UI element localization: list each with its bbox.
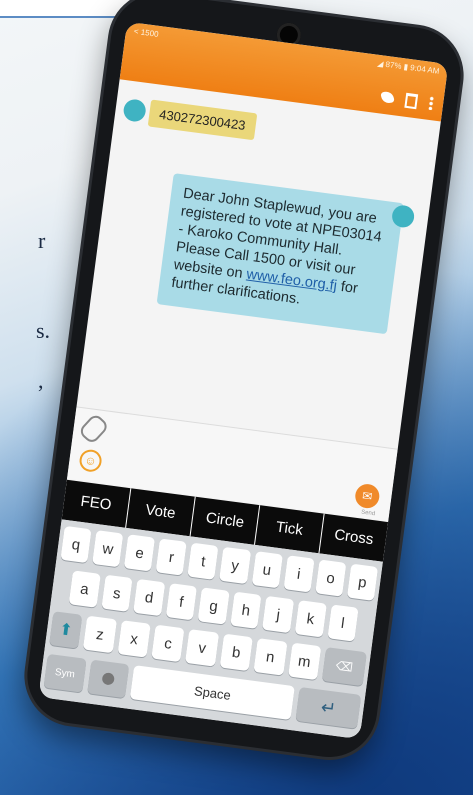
header-actions [380, 88, 435, 113]
key-x[interactable]: x [117, 620, 151, 658]
incoming-message[interactable]: 430272300423 [147, 99, 258, 141]
key-e[interactable]: e [124, 534, 156, 572]
key-c[interactable]: c [151, 624, 185, 663]
message-thread: 430272300423 Dear John Staplewud, you ar… [77, 79, 441, 448]
key-u[interactable]: u [251, 551, 283, 589]
background-text-fragment: s. [36, 318, 51, 343]
phone-screen: < 1500 ◢ 87% ▮ 9:04 AM 430272300423 Dear… [38, 21, 449, 740]
sender-avatar [122, 98, 148, 123]
key-d[interactable]: d [133, 578, 165, 617]
key-n[interactable]: n [253, 638, 288, 676]
key-w[interactable]: w [92, 530, 124, 568]
delete-icon[interactable] [404, 92, 419, 109]
key-k[interactable]: k [294, 600, 327, 638]
key-g[interactable]: g [197, 587, 230, 625]
key-i[interactable]: i [283, 555, 315, 593]
key-r[interactable]: r [155, 538, 188, 576]
key-b[interactable]: b [219, 633, 254, 672]
enter-key[interactable]: ↵ [295, 686, 362, 729]
key-v[interactable]: v [185, 629, 219, 667]
key-z[interactable]: z [83, 615, 117, 654]
message-text: Dear John Staplewud, you are registered … [172, 185, 383, 283]
shift-key[interactable]: ⬆ [49, 611, 83, 649]
voice-input-key[interactable] [86, 659, 130, 699]
key-y[interactable]: y [219, 546, 251, 585]
send-button[interactable]: ✉ [353, 482, 381, 510]
background-text-fragment: , [38, 368, 44, 393]
back-contact-button[interactable]: < 1500 [133, 27, 159, 39]
status-indicators: ◢ 87% ▮ 9:04 AM [376, 58, 440, 76]
key-j[interactable]: j [262, 595, 295, 634]
key-f[interactable]: f [165, 583, 198, 621]
backspace-key[interactable]: ⌫ [321, 647, 367, 687]
key-a[interactable]: a [68, 570, 101, 608]
send-label: Send [360, 509, 376, 518]
key-l[interactable]: l [326, 604, 359, 642]
key-q[interactable]: q [60, 525, 92, 564]
microphone-icon [101, 672, 115, 686]
sym-key[interactable]: Sym [43, 653, 87, 693]
key-h[interactable]: h [230, 591, 262, 629]
key-m[interactable]: m [287, 642, 322, 681]
key-s[interactable]: s [100, 574, 133, 612]
background-text-fragment: r [38, 228, 46, 253]
phone-call-icon[interactable] [380, 90, 395, 105]
outgoing-message[interactable]: Dear John Staplewud, you are registered … [156, 173, 404, 335]
background-card-text [0, 8, 4, 15]
key-p[interactable]: p [346, 563, 379, 601]
key-t[interactable]: t [187, 542, 219, 580]
emoji-icon[interactable]: ☺ [78, 448, 103, 474]
attachment-icon[interactable] [77, 412, 110, 446]
key-o[interactable]: o [314, 559, 347, 597]
more-options-icon[interactable] [428, 95, 435, 111]
